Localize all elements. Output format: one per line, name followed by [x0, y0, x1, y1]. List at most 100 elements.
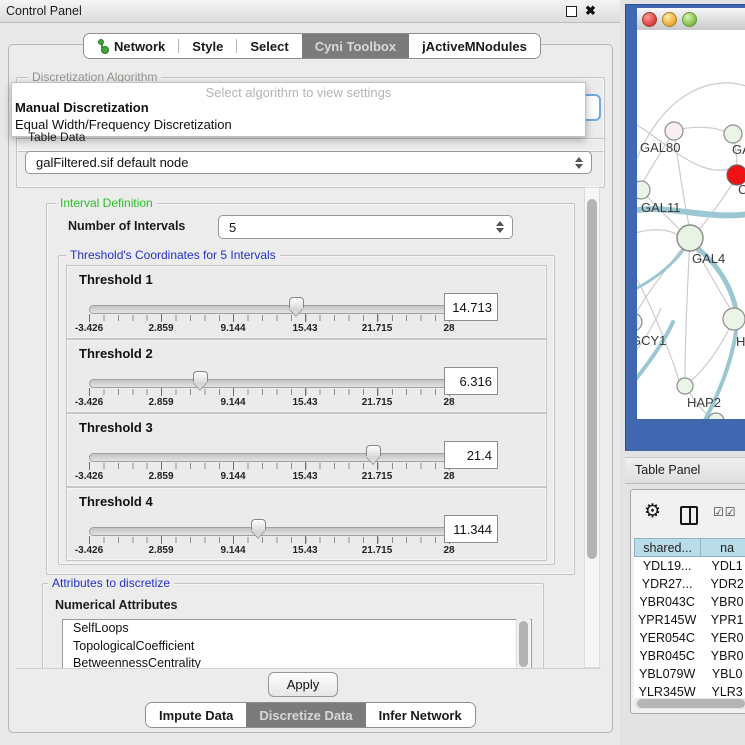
threshold-panel: Threshold 2-3.4262.8599.14415.4321.71528… — [66, 339, 547, 413]
threshold-slider-thumb[interactable] — [251, 519, 266, 537]
tab-discretize-data[interactable]: Discretize Data — [246, 703, 365, 727]
table-horizontal-scrollbar[interactable] — [634, 698, 745, 709]
network-node[interactable] — [708, 413, 724, 419]
node-table-rows[interactable]: YDL19...YDL1YDR27...YDR2YBR043CYBR0YPR14… — [634, 557, 745, 698]
tab-label: Infer Network — [379, 708, 462, 723]
tab-cyni-toolbox[interactable]: Cyni Toolbox — [302, 34, 409, 58]
tab-jactivemnodules[interactable]: jActiveMNodules — [409, 34, 540, 58]
settings-scroll-area: Interval Definition Number of Intervals … — [16, 187, 584, 668]
network-node-label: HAP2 — [687, 395, 721, 410]
node-table[interactable]: shared...na YDL19...YDL1YDR27...YDR2YBR0… — [634, 538, 745, 698]
network-node-label: GA — [732, 142, 745, 157]
threshold-slider-track[interactable] — [89, 305, 451, 314]
slider-scale-label: 28 — [443, 471, 454, 482]
threshold-slider-track[interactable] — [89, 453, 451, 462]
slider-scale-label: 21.715 — [362, 397, 393, 408]
threshold-value-field[interactable]: 21.4 — [444, 441, 498, 469]
number-of-intervals-spinner[interactable]: 5 — [218, 215, 513, 239]
slider-major-tick — [377, 536, 378, 544]
slider-major-tick — [89, 388, 90, 396]
tab-infer-network[interactable]: Infer Network — [366, 703, 475, 727]
threshold-slider-thumb[interactable] — [289, 297, 304, 315]
gear-icon[interactable]: ⚙ — [644, 502, 661, 521]
table-cell: YBR045C — [634, 647, 700, 665]
network-canvas[interactable]: GAL80GACGAL11GAL4GCY1HHAP2 — [637, 30, 745, 419]
node-table-header[interactable]: shared...na — [634, 538, 745, 557]
combo-updown-icon — [575, 157, 583, 169]
attribute-list-item[interactable]: SelfLoops — [63, 620, 531, 638]
slider-major-tick — [161, 314, 162, 322]
slider-scale-label: -3.426 — [75, 397, 103, 408]
float-panel-icon[interactable] — [566, 6, 577, 17]
attribute-list-item[interactable]: BetweennessCentrality — [63, 655, 531, 668]
threshold-value-field[interactable]: 11.344 — [444, 515, 498, 543]
table-cell: YER0 — [700, 629, 745, 647]
dropdown-option[interactable]: Manual Discretization — [15, 100, 149, 115]
slider-scale-label: 9.144 — [220, 323, 245, 334]
threshold-slider-track[interactable] — [89, 527, 451, 536]
tab-network[interactable]: Network — [84, 34, 178, 58]
threshold-slider-thumb[interactable] — [193, 371, 208, 389]
tab-impute-data[interactable]: Impute Data — [146, 703, 246, 727]
table-column-header[interactable]: na — [700, 538, 745, 557]
threshold-slider-track[interactable] — [89, 379, 451, 388]
select-columns-icons[interactable]: ☑☑ — [713, 505, 737, 519]
tab-select[interactable]: Select — [237, 34, 301, 58]
table-row[interactable]: YLR345WYLR3 — [634, 683, 745, 698]
table-cell: YBR043C — [634, 593, 700, 611]
network-node[interactable] — [637, 181, 650, 199]
network-window-titlebar[interactable] — [637, 8, 745, 31]
slider-minor-ticks — [89, 463, 450, 469]
table-row[interactable]: YPR145WYPR1 — [634, 611, 745, 629]
network-node[interactable] — [677, 378, 693, 394]
table-row[interactable]: YDR27...YDR2 — [634, 575, 745, 593]
table-row[interactable]: YBL079WYBL0 — [634, 665, 745, 683]
zoom-window-icon[interactable] — [682, 12, 697, 27]
table-row[interactable]: YER054CYER0 — [634, 629, 745, 647]
apply-button[interactable]: Apply — [268, 672, 338, 697]
network-node[interactable] — [677, 225, 703, 251]
network-view-window[interactable]: GAL80GACGAL11GAL4GCY1HHAP2 — [625, 4, 745, 451]
close-window-icon[interactable] — [642, 12, 657, 27]
numerical-attributes-list[interactable]: SelfLoopsTopologicalCoefficientBetweenne… — [62, 619, 532, 668]
slider-major-tick — [233, 536, 234, 544]
table-cell: YLR345W — [634, 683, 700, 698]
attribute-list-item[interactable]: TopologicalCoefficient — [63, 638, 531, 656]
attributes-list-scrollbar[interactable] — [516, 619, 530, 668]
table-column-header[interactable]: shared... — [634, 538, 700, 557]
threshold-value-field[interactable]: 14.713 — [444, 293, 498, 321]
slider-major-tick — [233, 314, 234, 322]
slider-scale-label: 21.715 — [362, 323, 393, 334]
threshold-label: Threshold 2 — [79, 346, 153, 361]
control-panel-tabbar: NetworkStyleSelectCyni ToolboxjActiveMNo… — [83, 33, 541, 59]
threshold-slider-thumb[interactable] — [366, 445, 381, 463]
settings-vertical-scrollbar[interactable] — [584, 187, 600, 668]
network-node[interactable] — [723, 308, 745, 330]
close-panel-icon[interactable]: ✖ — [585, 3, 596, 19]
table-cell: YPR145W — [634, 611, 700, 629]
tab-style[interactable]: Style — [179, 34, 236, 58]
slider-minor-ticks — [89, 389, 450, 395]
threshold-value-field[interactable]: 6.316 — [444, 367, 498, 395]
minimize-window-icon[interactable] — [662, 12, 677, 27]
control-panel-titlebar: Control Panel ✖ — [0, 0, 620, 23]
network-node[interactable] — [637, 313, 642, 331]
table-data-combobox[interactable]: galFiltered.sif default node — [25, 151, 592, 174]
slider-major-tick — [377, 314, 378, 322]
attributes-group-title: Attributes to discretize — [48, 577, 174, 590]
threshold-panels: Threshold 1-3.4262.8599.14415.4321.71528… — [58, 255, 553, 563]
table-row[interactable]: YDL19...YDL1 — [634, 557, 745, 575]
table-data-group-title: Table Data — [24, 131, 89, 144]
table-row[interactable]: YBR045CYBR0 — [634, 647, 745, 665]
column-layout-icon[interactable] — [680, 506, 698, 525]
network-node[interactable] — [724, 125, 742, 143]
number-of-intervals-label: Number of Intervals — [68, 219, 185, 233]
tab-label: Discretize Data — [259, 708, 352, 723]
table-row[interactable]: YBR043CYBR0 — [634, 593, 745, 611]
slider-major-tick — [305, 314, 306, 322]
network-node[interactable] — [665, 122, 683, 140]
slider-scale-label: 15.43 — [292, 323, 317, 334]
table-cell: YBL0 — [700, 665, 745, 683]
slider-scale-label: 2.859 — [148, 323, 173, 334]
algorithm-dropdown-popup: Select algorithm to view settings Manual… — [11, 82, 586, 137]
